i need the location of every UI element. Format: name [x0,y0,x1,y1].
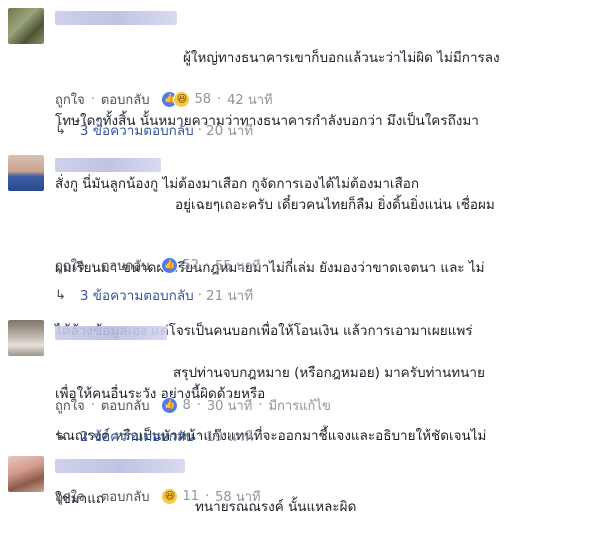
reply-arrow-icon: ↳ [55,287,66,303]
like-button[interactable]: ถูกใจ [55,486,85,507]
reaction-count[interactable]: 8 [182,398,190,413]
reply-button[interactable]: ตอบกลับ [101,255,150,276]
comment-line: ผู้ใหญ่ทางธนาคารเขาก็บอกแล้วนะว่าไม่ผิด … [183,50,500,66]
haha-reaction-icon: 😆 [161,487,179,505]
reactions[interactable]: 👍 😆 [161,90,191,108]
avatar[interactable] [8,456,44,492]
separator-dot: · [90,91,95,107]
like-reaction-icon: 👍 [161,256,179,274]
separator-dot: · [90,397,95,413]
replies-time: 20 นาที [205,123,254,139]
comment-actions: ถูกใจ · ตอบกลับ 👍 😆 58 · 42 นาที [55,90,273,108]
like-reaction-icon: 👍 [161,396,179,414]
reactions[interactable]: 👍 [161,396,179,414]
haha-reaction-icon: 😆 [173,90,191,108]
reply-button[interactable]: ตอบกลับ [101,486,150,507]
avatar[interactable] [8,8,44,44]
comment-time[interactable]: 55 นาที [215,255,260,276]
reactions[interactable]: 😆 [161,487,179,505]
separator-dot: · [217,91,222,107]
comment-text: ทนายรณณรงค์ นั้นแหละผิด [55,455,585,560]
separator-dot: · [205,257,210,273]
comment-actions: ถูกใจ · ตอบกลับ 👍 8 · 30 นาที · มีการแก้… [55,396,331,414]
comment-time[interactable]: 42 นาที [227,89,272,110]
comment-actions: ถูกใจ · ตอบกลับ 👍 52 · 55 นาที [55,256,261,274]
separator-dot: · [205,488,210,504]
separator-dot: · [197,122,202,138]
replies-link[interactable]: ↳ 3 ข้อความตอบกลับ · 21 นาที [55,286,253,304]
separator-dot: · [197,287,202,303]
separator-dot: · [197,428,202,444]
like-button[interactable]: ถูกใจ [55,255,85,276]
comment-line: สรุปท่านจบกฎหมาย (หรือกฎหมอย) มาครับท่าน… [173,365,485,381]
replies-count[interactable]: 3 ข้อความตอบกลับ [80,119,194,141]
reply-button[interactable]: ตอบกลับ [101,89,150,110]
replies-count[interactable]: 3 ข้อความตอบกลับ [80,284,194,306]
edited-label[interactable]: มีการแก้ไข [268,395,330,416]
separator-dot: · [258,397,263,413]
comment-time[interactable]: 30 นาที [207,395,252,416]
reaction-count[interactable]: 58 [194,92,211,107]
reaction-count[interactable]: 11 [182,489,199,504]
separator-dot: · [90,488,95,504]
replies-time: 21 นาที [205,288,254,304]
replies-count[interactable]: 2 ข้อความตอบกลับ [80,425,194,447]
comment-time[interactable]: 58 นาที [215,486,260,507]
reply-arrow-icon: ↳ [55,122,66,138]
separator-dot: · [196,397,201,413]
reply-button[interactable]: ตอบกลับ [101,395,150,416]
avatar[interactable] [8,320,44,356]
replies-link[interactable]: ↳ 2 ข้อความตอบกลับ · 19 นาที [55,427,253,445]
like-button[interactable]: ถูกใจ [55,395,85,416]
replies-link[interactable]: ↳ 3 ข้อความตอบกลับ · 20 นาที [55,121,253,139]
separator-dot: · [90,257,95,273]
avatar[interactable] [8,155,44,191]
comment-line: อยู่เฉยๆเถอะครับ เดี๋ยวคนไทยก็ลืม ยิ่งดิ… [175,197,495,213]
replies-time: 19 นาที [205,429,254,445]
comment-actions: ถูกใจ · ตอบกลับ 😆 11 · 58 นาที [55,487,261,505]
reactions[interactable]: 👍 [161,256,179,274]
reply-arrow-icon: ↳ [55,428,66,444]
reaction-count[interactable]: 52 [182,258,199,273]
like-button[interactable]: ถูกใจ [55,89,85,110]
